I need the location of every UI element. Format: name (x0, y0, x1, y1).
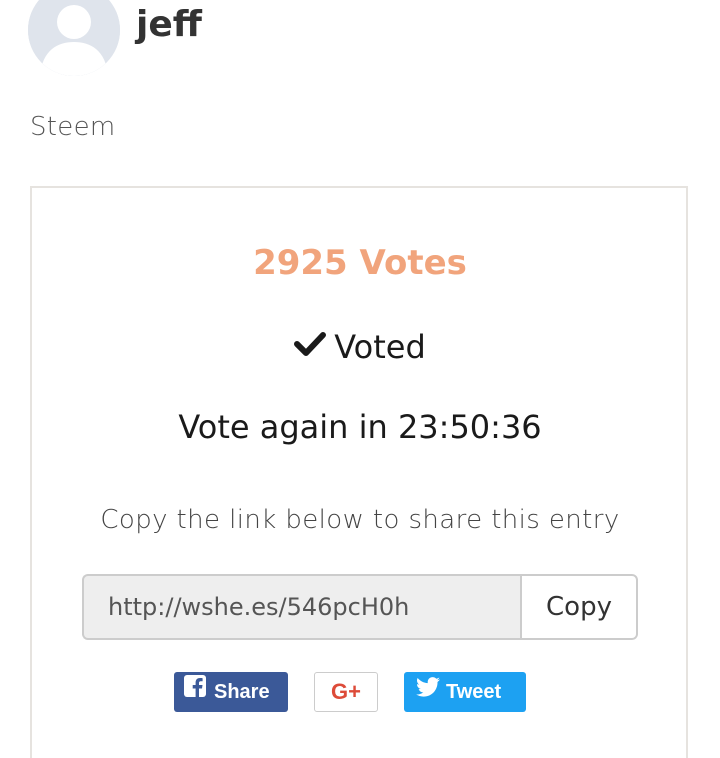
facebook-icon (184, 671, 206, 711)
user-avatar[interactable] (28, 0, 120, 76)
twitter-tweet-button[interactable]: Tweet (404, 672, 526, 712)
vote-count: 2925 Votes (253, 243, 467, 283)
twitter-tweet-label: Tweet (446, 681, 502, 703)
googleplus-icon: G+ (331, 679, 361, 704)
twitter-bird-icon (416, 671, 440, 711)
entry-page: jeff Steem 2925 Votes Voted Vote again i… (0, 0, 720, 758)
category-label: Steem (30, 112, 116, 142)
copy-button[interactable]: Copy (520, 574, 638, 640)
facebook-share-button[interactable]: Share (174, 672, 288, 712)
voted-status: Voted (0, 324, 720, 370)
default-user-avatar-icon (28, 0, 120, 76)
checkmark-icon (294, 323, 327, 369)
share-prompt: Copy the link below to share this entry (100, 505, 620, 535)
voted-label: Voted (334, 328, 426, 366)
vote-again-countdown: Vote again in 23:50:36 (178, 408, 542, 446)
googleplus-share-button[interactable]: G+ (314, 672, 378, 712)
share-link-field[interactable]: http://wshe.es/546pcH0h (82, 574, 522, 640)
username[interactable]: jeff (136, 2, 202, 48)
facebook-share-label: Share (214, 681, 270, 703)
